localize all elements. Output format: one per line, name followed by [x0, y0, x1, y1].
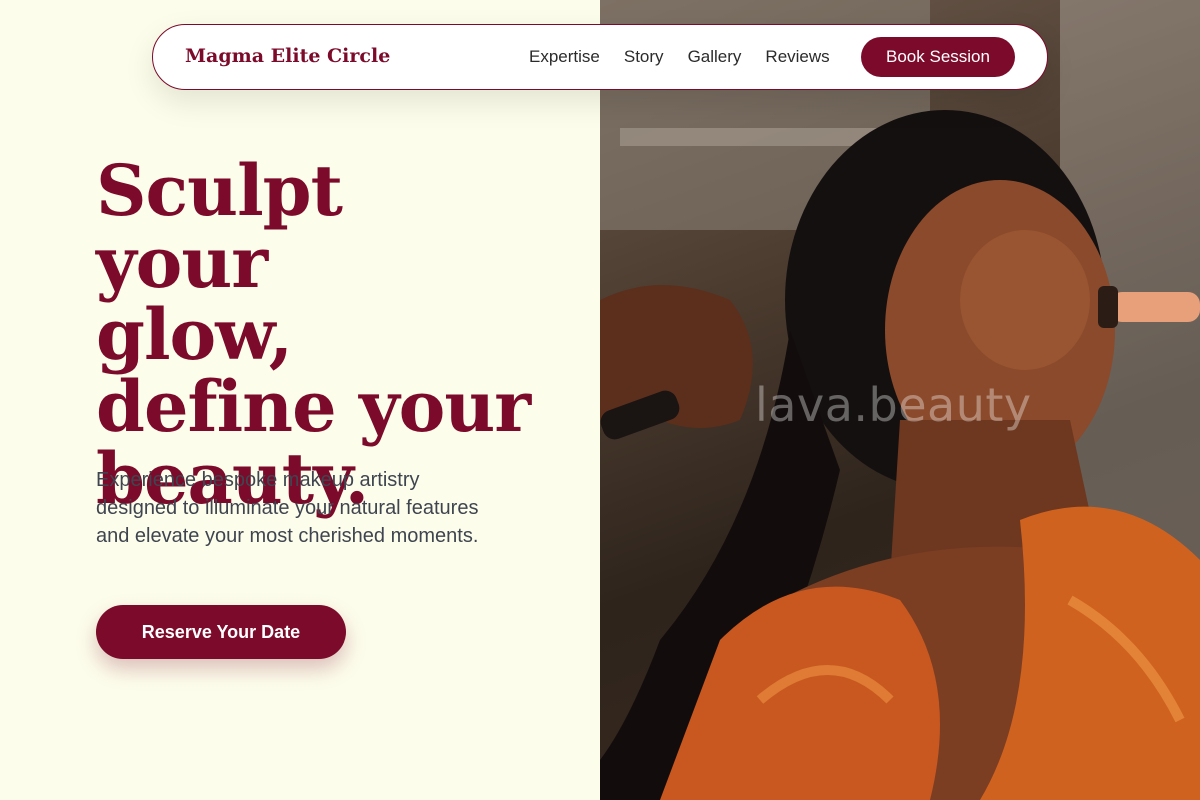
nav-link-expertise[interactable]: Expertise — [529, 47, 600, 67]
hero-image: lava.beauty — [600, 0, 1200, 800]
nav-link-gallery[interactable]: Gallery — [688, 47, 742, 67]
headline-line-1: Sculpt your — [96, 149, 343, 304]
top-navbar: Magma Elite Circle Expertise Story Galle… — [152, 24, 1048, 90]
nav-link-reviews[interactable]: Reviews — [765, 47, 829, 67]
brand-logo[interactable]: Magma Elite Circle — [185, 45, 390, 67]
image-watermark: lava.beauty — [755, 378, 1032, 432]
hero-subtext: Experience bespoke makeup artistry desig… — [96, 469, 479, 547]
reserve-date-button[interactable]: Reserve Your Date — [96, 605, 346, 659]
hero-headline: Sculpt your glow, define your beauty. — [96, 155, 536, 515]
nav-links: Expertise Story Gallery Reviews — [529, 47, 854, 67]
headline-line-3: define your — [96, 365, 531, 448]
nav-link-story[interactable]: Story — [624, 47, 664, 67]
book-session-button[interactable]: Book Session — [861, 37, 1015, 77]
headline-line-2: glow, — [96, 293, 293, 376]
